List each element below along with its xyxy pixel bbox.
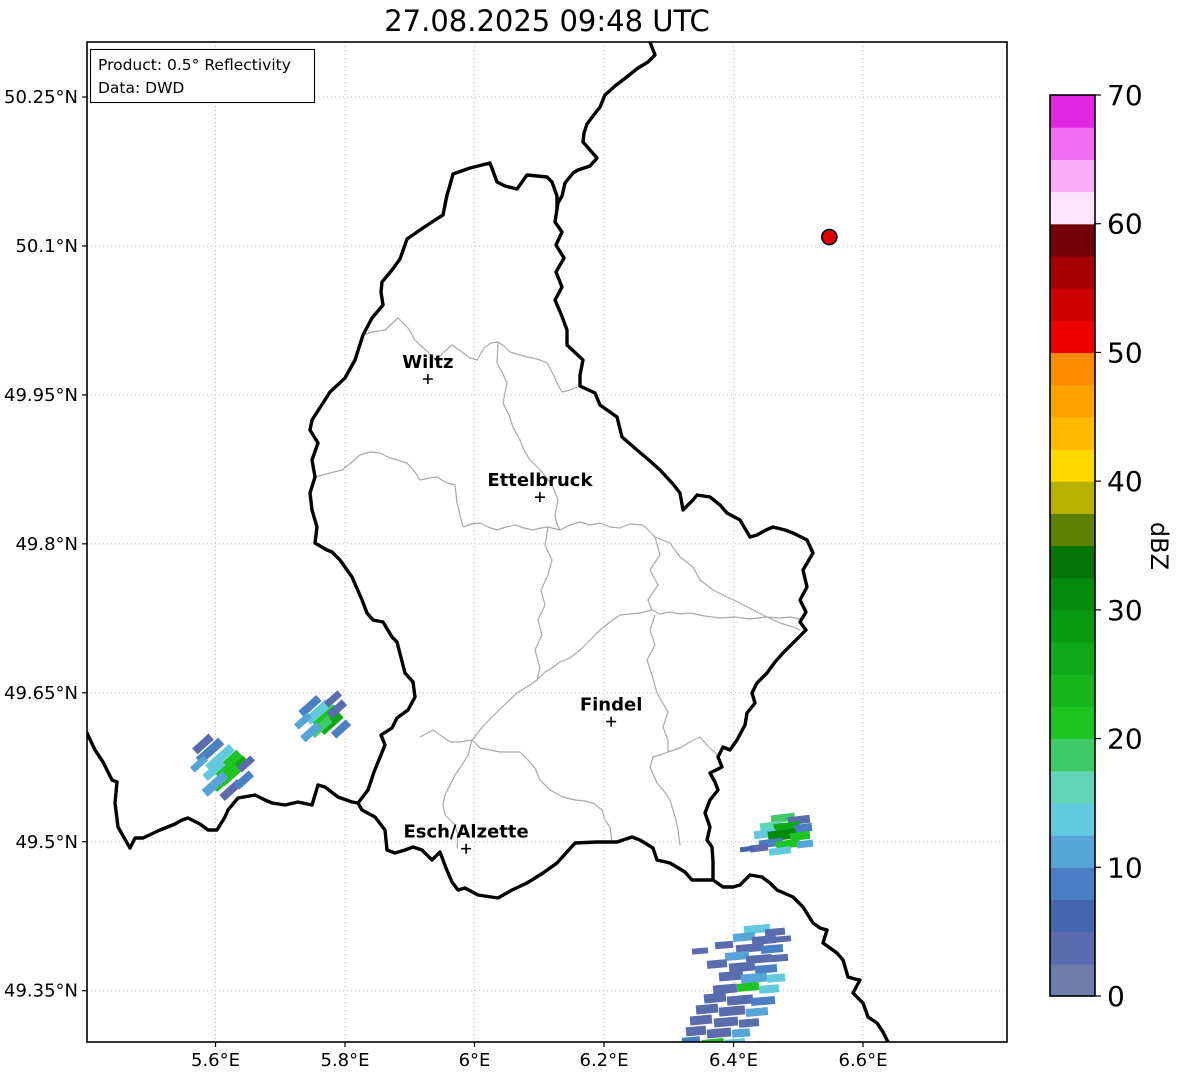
colorbar-tick-label: 50 [1107,336,1143,369]
city-label: Esch/Alzette [403,822,528,843]
colorbar-segment [1050,95,1095,128]
colorbar-tick-label: 30 [1107,594,1143,627]
colorbar-segment [1050,192,1095,225]
x-tick-label: 6.4°E [709,1050,758,1071]
figure-title: 27.08.2025 09:48 UTC [384,4,710,38]
weather-radar-figure: 27.08.2025 09:48 UTC [0,0,1184,1081]
colorbar-tick-label: 10 [1107,851,1143,884]
info-box: Product: 0.5° Reflectivity Data: DWD [91,50,315,103]
radar-site [822,230,837,245]
colorbar-segment [1050,546,1095,579]
colorbar-tick-label: 70 [1107,79,1143,112]
y-tick-label: 49.65°N [4,683,78,704]
colorbar: 0 10 20 30 40 50 60 70 dBZ [1050,79,1173,1013]
colorbar-segment [1050,385,1095,418]
radar-echo-cell [767,973,786,983]
colorbar-segment [1050,481,1095,514]
radar-site-dot [822,230,837,245]
colorbar-segment [1050,159,1095,192]
colorbar-segment [1050,449,1095,482]
colorbar-segment [1050,835,1095,868]
colorbar-segment [1050,224,1095,257]
colorbar-ticks: 0 10 20 30 40 50 60 70 [1095,79,1143,1013]
colorbar-segment [1050,127,1095,160]
radar-echo-cell [690,1015,713,1026]
city-label: Wiltz [402,352,453,373]
colorbar-segment [1050,899,1095,932]
colorbar-segment [1050,610,1095,643]
map-background [87,42,1007,1042]
colorbar-segment [1050,352,1095,385]
colorbar-segments [1050,95,1095,997]
radar-echo-cell [704,993,727,1004]
colorbar-segment [1050,932,1095,965]
radar-echo-cell [694,1043,711,1051]
x-tick-label: 6.2°E [580,1050,629,1071]
x-tick-label: 5.6°E [191,1050,240,1071]
colorbar-segment [1050,288,1095,321]
y-tick-label: 49.8°N [15,534,78,555]
colorbar-segment [1050,739,1095,772]
y-tick-label: 49.5°N [15,832,78,853]
colorbar-tick-label: 0 [1107,980,1125,1013]
colorbar-segment [1050,256,1095,289]
radar-echo-cell [732,1028,751,1038]
y-tick-label: 49.35°N [4,981,78,1002]
colorbar-segment [1050,417,1095,450]
radar-echo-cell [686,1026,707,1037]
city-label: Ettelbruck [487,470,593,491]
colorbar-segment [1050,803,1095,836]
colorbar-tick-label: 60 [1107,208,1143,241]
radar-echo-cell [682,1036,701,1046]
y-tick-label: 49.95°N [4,385,78,406]
colorbar-segment [1050,867,1095,900]
info-product-line: Product: 0.5° Reflectivity [98,56,291,74]
colorbar-segment [1050,642,1095,675]
colorbar-segment [1050,320,1095,353]
colorbar-segment [1050,578,1095,611]
x-tick-label: 6°E [459,1050,491,1071]
radar-map-svg: 27.08.2025 09:48 UTC [0,0,1184,1081]
colorbar-segment [1050,674,1095,707]
x-tick-label: 5.8°E [321,1050,370,1071]
colorbar-segment [1050,706,1095,739]
colorbar-unit-label: dBZ [1145,522,1173,570]
city-label: Findel [580,695,643,716]
colorbar-segment [1050,513,1095,546]
colorbar-segment [1050,771,1095,804]
y-tick-label: 50.25°N [4,87,78,108]
x-tick-label: 6.6°E [839,1050,888,1071]
y-tick-label: 50.1°N [15,236,78,257]
colorbar-segment [1050,964,1095,997]
radar-echo-cell [696,1004,719,1015]
info-data-line: Data: DWD [98,79,184,97]
colorbar-tick-label: 40 [1107,465,1143,498]
colorbar-tick-label: 20 [1107,723,1143,756]
